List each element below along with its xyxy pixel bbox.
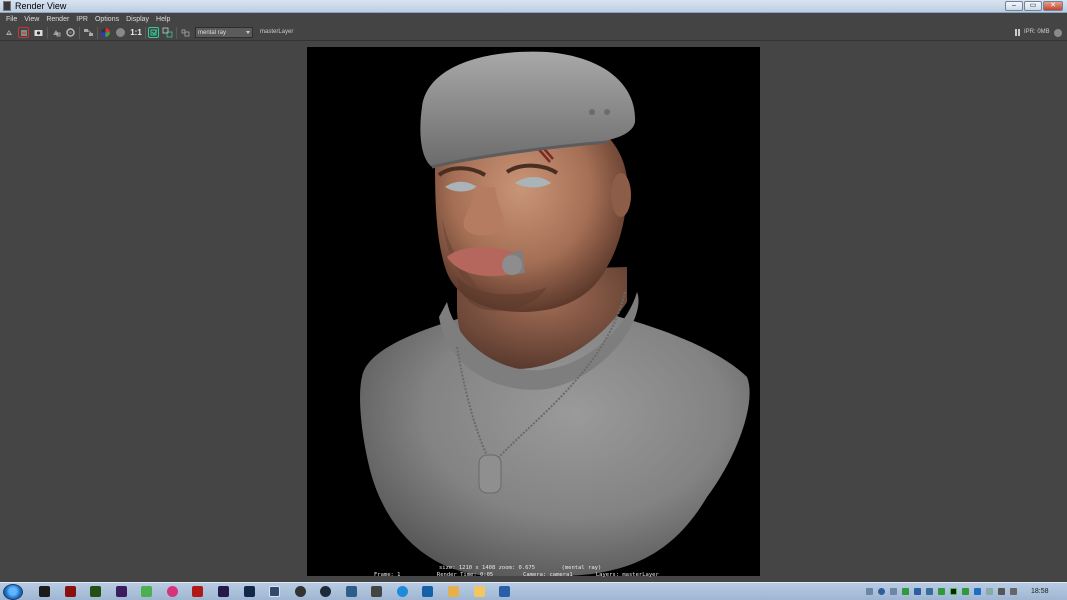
renderer-select-value: mental ray <box>198 30 227 36</box>
render-layer-label[interactable]: masterLayer <box>260 28 293 37</box>
photo-viewer-icon[interactable] <box>346 586 357 597</box>
render-image <box>307 47 760 576</box>
bluetooth-tray-icon[interactable] <box>974 588 981 595</box>
ipr-pause-icon[interactable] <box>1015 29 1020 36</box>
maximize-button[interactable]: ▭ <box>1024 1 1042 11</box>
maya-icon[interactable] <box>269 586 280 597</box>
keep-image-icon[interactable] <box>83 27 94 38</box>
window-title: Render View <box>15 1 67 11</box>
real-size-icon[interactable]: 1:1 <box>129 27 143 38</box>
dreamweaver-icon[interactable] <box>90 586 101 597</box>
help-tray-icon[interactable] <box>878 588 885 595</box>
skype-icon[interactable] <box>397 586 408 597</box>
unity-icon[interactable] <box>39 586 50 597</box>
refresh-icon[interactable] <box>65 27 76 38</box>
nvidia-tray-icon[interactable] <box>950 588 957 595</box>
display-options-icon[interactable] <box>148 27 159 38</box>
explorer-icon[interactable] <box>448 586 459 597</box>
volume-tray-icon[interactable] <box>1010 588 1017 595</box>
render-viewport[interactable] <box>0 42 1067 581</box>
word-icon[interactable] <box>499 586 510 597</box>
display-tray-icon[interactable] <box>998 588 1005 595</box>
menu-view[interactable]: View <box>21 14 42 25</box>
menu-display[interactable]: Display <box>123 14 152 25</box>
snapshot-icon[interactable] <box>33 27 44 38</box>
render-toolbar: 1:1 <box>0 25 1067 41</box>
keyboard-tray-icon[interactable] <box>866 588 873 595</box>
menu-help[interactable]: Help <box>153 14 173 25</box>
log-icon[interactable] <box>180 27 191 38</box>
ipr-render-icon[interactable] <box>18 27 29 38</box>
ipr-status-light-icon <box>1054 29 1062 37</box>
color-channel-icon[interactable] <box>100 27 111 38</box>
inkscape-icon[interactable] <box>371 586 382 597</box>
security-tray-icon[interactable] <box>926 588 933 595</box>
maya-app-icon <box>3 1 11 11</box>
render-size-info: size: 1210 x 1408 zoom: 0.675 (mental ra… <box>439 565 602 571</box>
menu-file[interactable]: File <box>3 14 20 25</box>
menubar: File View Render IPR Options Display Hel… <box>0 14 1067 25</box>
menu-options[interactable]: Options <box>92 14 122 25</box>
folder-icon[interactable] <box>474 586 485 597</box>
render-info-overlay: size: 1210 x 1408 zoom: 0.675 (mental ra… <box>307 565 760 581</box>
window-controls: – ▭ ✕ <box>1005 1 1063 11</box>
system-clock[interactable]: 18:58 <box>1031 587 1049 597</box>
chrome-icon[interactable] <box>141 586 152 597</box>
app-tray-icon[interactable] <box>962 588 969 595</box>
shield-tray-icon[interactable] <box>914 588 921 595</box>
rendered-bust-image <box>360 51 750 576</box>
start-button[interactable] <box>3 584 23 600</box>
redo-render-icon[interactable] <box>4 27 15 38</box>
arrow-tray-icon[interactable] <box>890 588 897 595</box>
render-region-icon[interactable] <box>51 27 62 38</box>
outlook-icon[interactable] <box>422 586 433 597</box>
itunes-icon[interactable] <box>167 586 178 597</box>
premiere-icon[interactable] <box>116 586 127 597</box>
compare-icon[interactable] <box>162 27 173 38</box>
ipr-memory-status: IPR: 0MB <box>1024 29 1050 35</box>
renderer-select[interactable]: mental ray <box>195 27 253 38</box>
menu-render[interactable]: Render <box>43 14 72 25</box>
network-tray-icon[interactable] <box>902 588 909 595</box>
photoshop-icon[interactable] <box>244 586 255 597</box>
close-button[interactable]: ✕ <box>1043 1 1063 11</box>
after-effects-icon[interactable] <box>218 586 229 597</box>
unreal-icon[interactable] <box>295 586 306 597</box>
render-frame-info: Frame: 1 Render Time: 0:05 Camera: camer… <box>374 572 659 578</box>
usb-tray-icon[interactable] <box>986 588 993 595</box>
steam-icon[interactable] <box>320 586 331 597</box>
window-titlebar: Render View – ▭ ✕ <box>0 0 1067 13</box>
app-red-icon[interactable] <box>65 586 76 597</box>
windows-taskbar: 18:58 <box>0 582 1067 600</box>
update-tray-icon[interactable] <box>938 588 945 595</box>
alpha-channel-icon[interactable] <box>115 27 126 38</box>
acrobat-icon[interactable] <box>192 586 203 597</box>
minimize-button[interactable]: – <box>1005 1 1023 11</box>
menu-ipr[interactable]: IPR <box>73 14 91 25</box>
chevron-down-icon <box>246 31 250 34</box>
